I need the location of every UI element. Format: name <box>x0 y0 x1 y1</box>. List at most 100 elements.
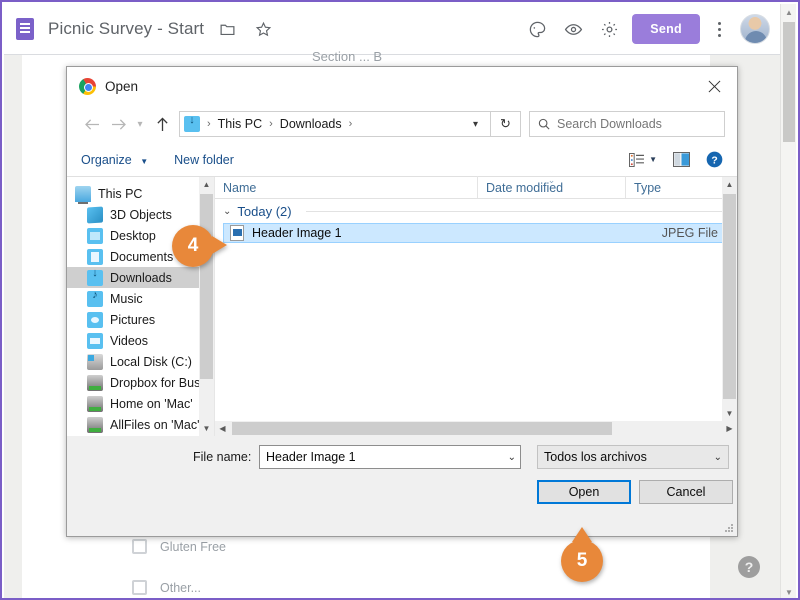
chevron-down-icon[interactable]: ▼ <box>722 406 737 421</box>
file-list-vertical-scrollbar[interactable]: ▲ ▼ <box>722 177 737 421</box>
page-vertical-scrollbar[interactable]: ▲ ▼ <box>780 4 797 598</box>
breadcrumb-downloads[interactable]: Downloads <box>277 117 345 131</box>
sidebar-item-pictures[interactable]: Pictures <box>67 309 214 330</box>
breadcrumb-this-pc[interactable]: This PC <box>215 117 265 131</box>
search-input[interactable]: Search Downloads <box>529 111 725 137</box>
videos-icon <box>87 332 103 349</box>
search-icon <box>538 118 550 130</box>
help-question-icon[interactable]: ? <box>706 151 723 168</box>
scrollbar-thumb[interactable] <box>232 422 612 435</box>
recent-locations-chevron-down-icon[interactable]: ▾ <box>131 111 149 137</box>
scrollbar-thumb[interactable] <box>783 22 795 142</box>
table-row[interactable]: Header Image 1 JPEG File <box>223 223 729 243</box>
chevron-down-icon[interactable]: ⌄ <box>714 452 722 463</box>
scrollbar-thumb[interactable] <box>723 194 736 399</box>
callout-marker-5: 5 <box>561 527 603 582</box>
checkbox-label: Other... <box>160 580 201 595</box>
group-divider <box>305 210 727 212</box>
arrow-up-icon[interactable] <box>149 111 175 137</box>
new-folder-button[interactable]: New folder <box>174 153 234 167</box>
file-type-filter-value: Todos los archivos <box>544 450 647 464</box>
folder-icon[interactable] <box>214 16 240 42</box>
send-button[interactable]: Send <box>632 14 700 44</box>
column-header-type[interactable]: Type <box>625 176 705 198</box>
resize-grip-icon[interactable] <box>724 523 734 533</box>
kebab-more-icon[interactable] <box>708 21 730 37</box>
forms-document-icon <box>16 18 34 40</box>
scroll-down-icon[interactable]: ▼ <box>781 584 797 598</box>
chevron-down-icon[interactable]: ⌄ <box>508 452 516 463</box>
group-label: Today (2) <box>237 203 292 219</box>
file-list-horizontal-scrollbar[interactable]: ◀ ▶ <box>215 421 737 436</box>
column-header-name[interactable]: Name <box>215 176 477 198</box>
scrollbar-thumb[interactable] <box>200 194 213 379</box>
sidebar-item-this-pc[interactable]: This PC <box>67 183 214 204</box>
sidebar-item-music[interactable]: Music <box>67 288 214 309</box>
chevron-down-icon[interactable]: ⌄ <box>223 206 231 217</box>
chevron-up-icon[interactable]: ▲ <box>722 177 737 192</box>
sidebar-item-dropbox[interactable]: Dropbox for Bus <box>67 372 214 393</box>
checkbox-icon[interactable] <box>132 539 147 554</box>
forms-app-header: Picnic Survey - Start Send <box>4 4 782 54</box>
tree-vertical-scrollbar[interactable]: ▲ ▼ <box>199 177 214 436</box>
sidebar-item-home-on-mac[interactable]: Home on 'Mac' <box>67 393 214 414</box>
palette-icon[interactable] <box>524 16 550 42</box>
refresh-icon[interactable]: ↻ <box>491 111 521 137</box>
tree-item-label: Pictures <box>110 312 156 327</box>
user-avatar[interactable] <box>740 14 770 44</box>
question-mark-help-icon[interactable]: ? <box>738 556 760 578</box>
tree-item-label: Downloads <box>110 270 172 285</box>
3d-objects-icon <box>87 205 103 224</box>
preview-pane-icon[interactable] <box>673 152 690 167</box>
open-file-dialog: Open ▾ ↓ › This PC › Downloads › ▾ ↻ Sea… <box>66 66 738 537</box>
chevron-down-icon[interactable]: ▼ <box>199 421 214 436</box>
music-icon <box>87 289 103 307</box>
file-group-header[interactable]: ⌄ Today (2) <box>215 199 737 223</box>
view-caret-down-icon[interactable]: ▼ <box>649 155 657 164</box>
checkbox-icon[interactable] <box>132 580 147 595</box>
sidebar-item-downloads[interactable]: Downloads <box>67 267 214 288</box>
close-x-icon[interactable] <box>691 67 737 105</box>
callout-tail <box>572 527 592 542</box>
checkbox-label: Gluten Free <box>160 539 227 554</box>
chevron-up-icon[interactable]: ▲ <box>199 177 214 192</box>
sidebar-item-local-disk[interactable]: Local Disk (C:) <box>67 351 214 372</box>
downloads-icon <box>87 267 103 286</box>
file-name-value: Header Image 1 <box>266 450 356 464</box>
chevron-left-icon[interactable]: ◀ <box>215 421 230 436</box>
chevron-right-icon[interactable]: ▶ <box>722 421 737 436</box>
gear-icon[interactable] <box>596 16 622 42</box>
cancel-button[interactable]: Cancel <box>639 480 733 504</box>
dialog-titlebar: Open <box>67 67 737 105</box>
address-chevron-down-icon[interactable]: ▾ <box>465 119 486 130</box>
callout-marker-4: 4 <box>172 225 227 267</box>
column-label: Type <box>634 181 662 195</box>
star-icon[interactable] <box>250 16 276 42</box>
list-view-icon[interactable]: ▼ <box>629 152 657 167</box>
dialog-content: This PC 3D Objects Desktop Documents Dow… <box>67 175 737 436</box>
breadcrumb-separator: › <box>348 118 353 130</box>
file-type-filter-select[interactable]: Todos los archivos ⌄ <box>537 445 729 469</box>
documents-icon <box>87 248 103 265</box>
arrow-left-icon[interactable] <box>79 111 105 137</box>
file-list-pane: Name ⌄ Date modified Type ⌄ Today (2) He… <box>215 175 737 436</box>
dialog-navigation-bar: ▾ › This PC › Downloads › ▾ ↻ Sear <box>67 105 737 143</box>
organize-button[interactable]: Organize ▼ <box>81 153 148 167</box>
arrow-right-icon[interactable] <box>105 111 131 137</box>
background-checkbox-row[interactable]: Gluten Free <box>132 539 226 554</box>
dialog-footer: File name: Header Image 1 ⌄ Todos los ar… <box>67 436 737 536</box>
open-button[interactable]: Open <box>537 480 631 504</box>
address-bar[interactable]: › This PC › Downloads › ▾ <box>179 111 491 137</box>
background-checkbox-row[interactable]: Other... <box>132 580 201 595</box>
tree-item-label: Videos <box>110 333 148 348</box>
sidebar-item-allfiles-on-mac[interactable]: AllFiles on 'Mac' <box>67 414 214 435</box>
page-title[interactable]: Picnic Survey - Start <box>48 19 204 39</box>
sidebar-item-3d-objects[interactable]: 3D Objects <box>67 204 214 225</box>
background-section-label: Section ... B <box>312 49 383 64</box>
column-header-date-modified[interactable]: ⌄ Date modified <box>477 175 625 198</box>
sidebar-item-videos[interactable]: Videos <box>67 330 214 351</box>
browser-page-frame: Picnic Survey - Start Send Section ... B… <box>0 0 800 600</box>
eye-preview-icon[interactable] <box>560 16 586 42</box>
scroll-up-icon[interactable]: ▲ <box>781 4 797 20</box>
file-name-input[interactable]: Header Image 1 ⌄ <box>259 445 521 469</box>
